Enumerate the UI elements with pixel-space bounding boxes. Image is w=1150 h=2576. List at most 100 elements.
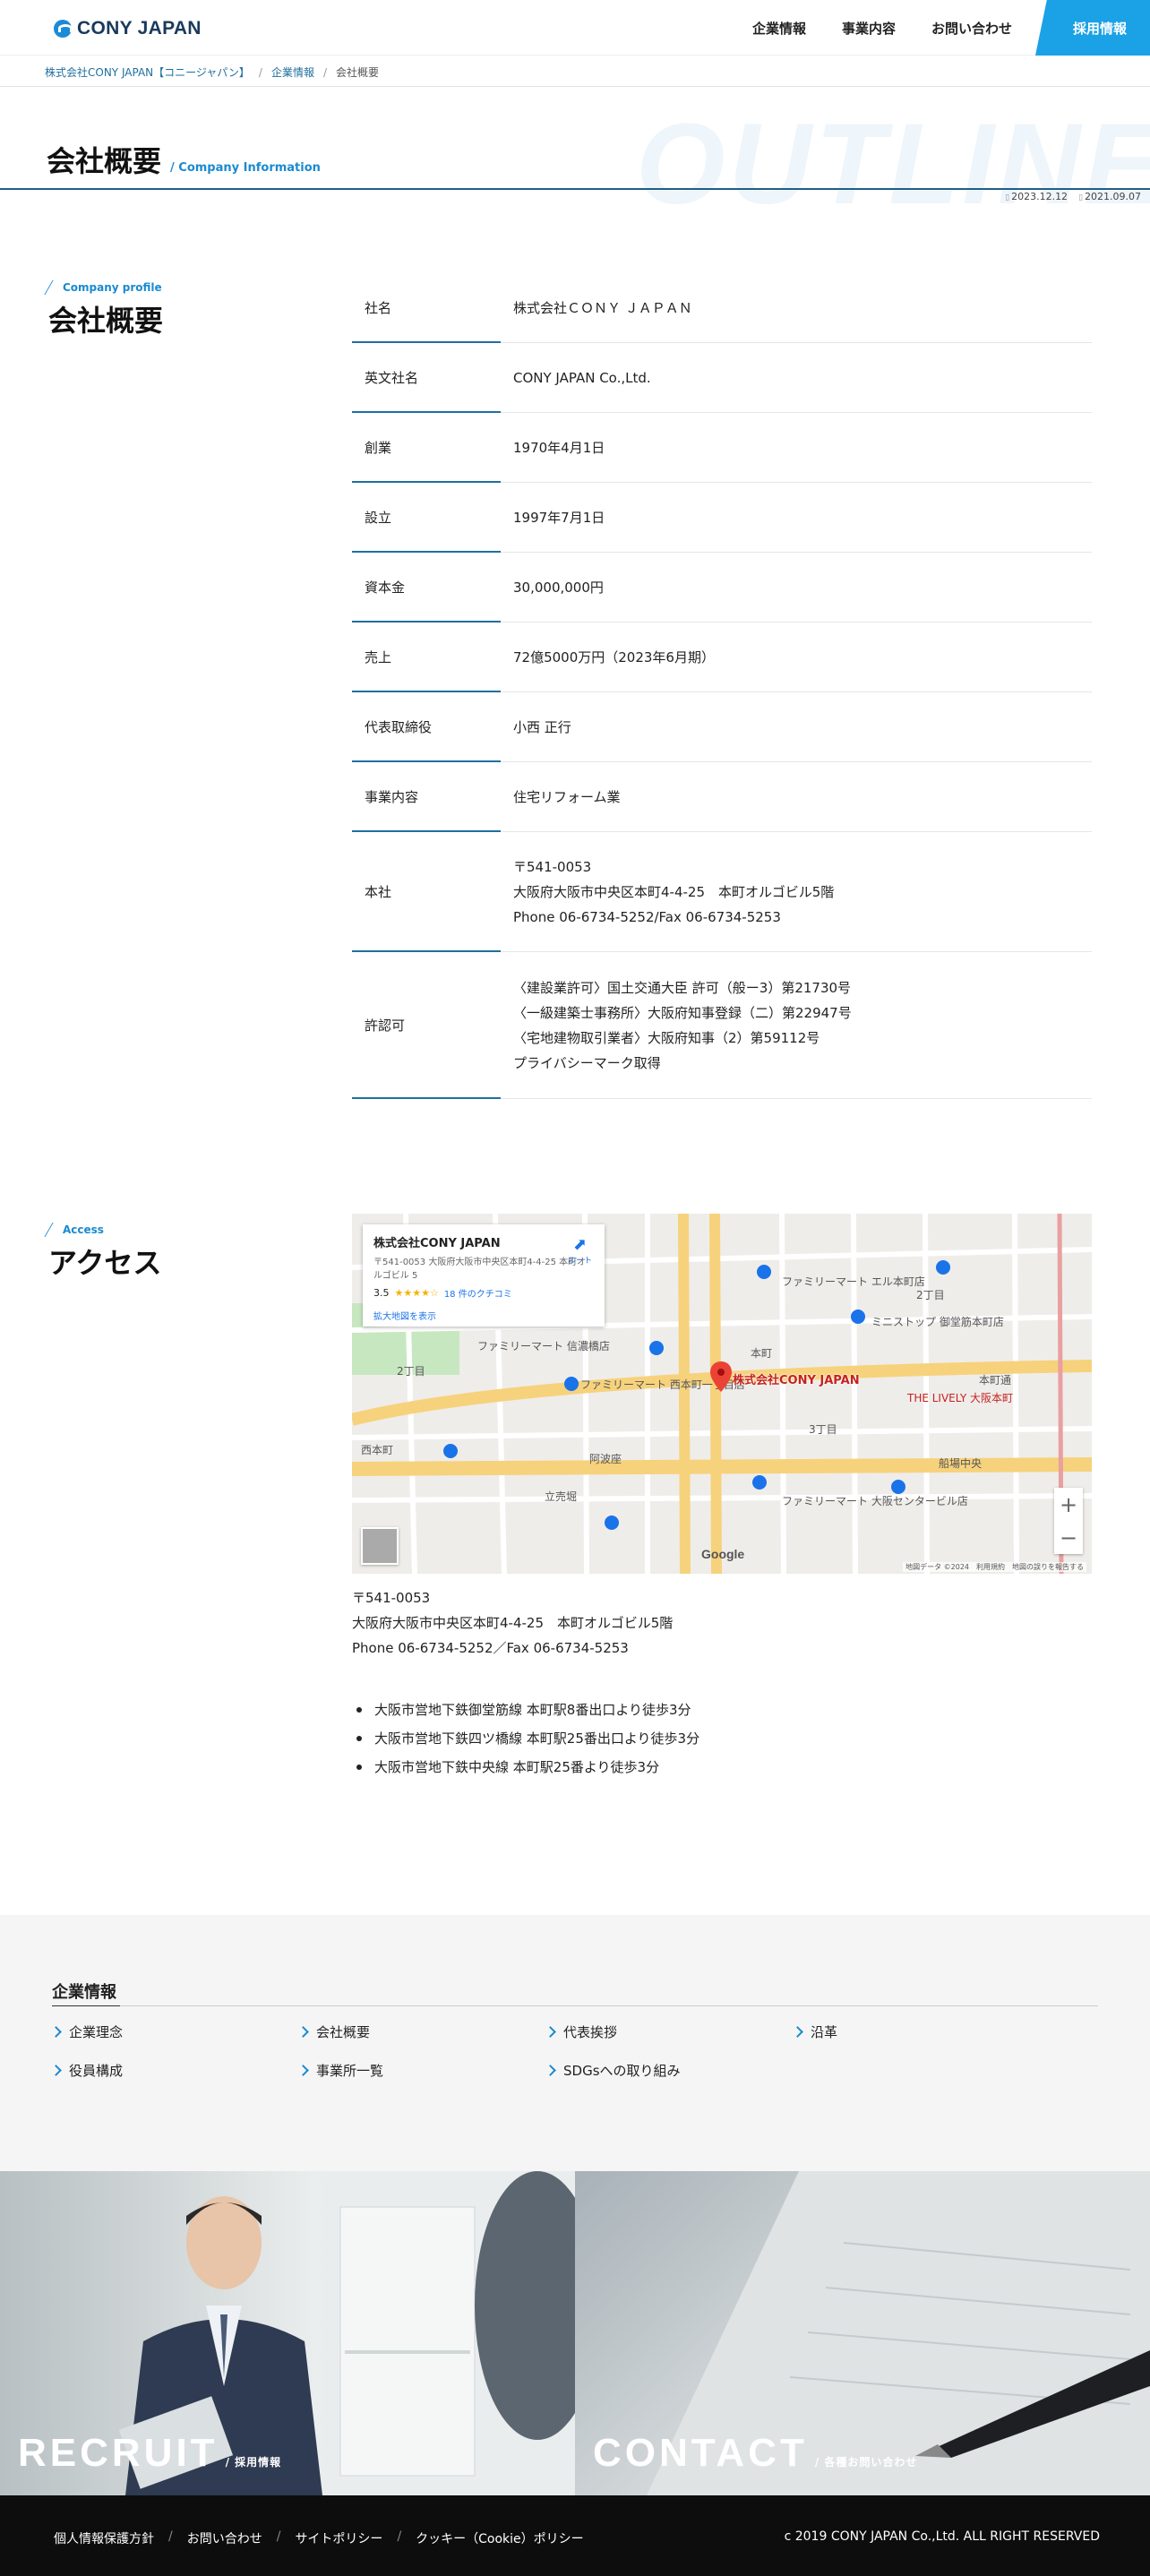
row-value: 30,000,000円 bbox=[501, 575, 1092, 600]
footer-link-history[interactable]: 沿革 bbox=[794, 2022, 1041, 2041]
row-value-line: 1970年4月1日 bbox=[513, 439, 605, 456]
recruit-banner[interactable]: RECRUIT / 採用情報 bbox=[0, 2171, 575, 2495]
nav-contact[interactable]: お問い合わせ bbox=[931, 19, 1012, 38]
breadcrumb: 株式会社CONY JAPAN【コニージャパン】 / 企業情報 / 会社概要 bbox=[45, 64, 379, 80]
svg-text:本町: 本町 bbox=[751, 1347, 772, 1360]
directions-icon: ⬈ bbox=[572, 1235, 588, 1254]
row-value-line: 1997年7月1日 bbox=[513, 509, 605, 526]
recruit-banner-label: RECRUIT / 採用情報 bbox=[18, 2431, 281, 2476]
row-value: 1970年4月1日 bbox=[501, 435, 1092, 460]
footer-nav: 企業情報 企業理念 会社概要 代表挨拶 沿革 役員構成 事業所一覧 SDGsへの… bbox=[0, 1915, 1150, 2171]
site-logo[interactable]: CONY JAPAN bbox=[54, 18, 202, 39]
footer-link-offices[interactable]: 事業所一覧 bbox=[299, 2061, 546, 2080]
recruit-banner-title: RECRUIT bbox=[18, 2431, 219, 2475]
recruit-banner-subtitle: / 採用情報 bbox=[225, 2456, 282, 2469]
svg-text:ファミリーマート 信濃橋店: ファミリーマート 信濃橋店 bbox=[477, 1340, 610, 1352]
recruit-button-label: 採用情報 bbox=[1072, 20, 1127, 37]
page-subtitle: / Company Information bbox=[170, 161, 321, 175]
larger-map-link[interactable]: 拡大地図を表示 bbox=[373, 1309, 594, 1322]
row-value-line: Phone 06-6734-5252/Fax 06-6734-5253 bbox=[513, 908, 781, 925]
row-value-line: 〈一級建築士事務所〉大阪府知事登録（二）第22947号 bbox=[513, 1004, 852, 1021]
row-value-line: 30,000,000円 bbox=[513, 579, 604, 596]
table-row: 英文社名 CONY JAPAN Co.,Ltd. bbox=[352, 343, 1092, 413]
zoom-out-button[interactable]: − bbox=[1060, 1525, 1077, 1550]
breadcrumb-separator: / bbox=[258, 65, 262, 79]
privacy-policy-link[interactable]: 個人情報保護方針 bbox=[54, 2529, 154, 2547]
access-heading: Access アクセス bbox=[48, 1223, 161, 1282]
divider bbox=[52, 2005, 1098, 2006]
footer-nav-links: 企業理念 会社概要 代表挨拶 沿革 役員構成 事業所一覧 SDGsへの取り組み bbox=[52, 2022, 1109, 2080]
map-attribution[interactable]: 地図データ ©2024 利用規約 地図の誤りを報告する bbox=[903, 1562, 1086, 1572]
contact-link[interactable]: お問い合わせ bbox=[187, 2529, 262, 2547]
row-label: 社名 bbox=[365, 300, 392, 316]
site-policy-link[interactable]: サイトポリシー bbox=[295, 2529, 382, 2547]
footer-link-officers[interactable]: 役員構成 bbox=[52, 2061, 299, 2080]
footer-link-outline[interactable]: 会社概要 bbox=[299, 2022, 546, 2041]
link-separator: / bbox=[397, 2529, 402, 2544]
footer-link-philosophy[interactable]: 企業理念 bbox=[52, 2022, 299, 2041]
row-label: 本社 bbox=[365, 884, 392, 900]
published-date: 2023.12.12 bbox=[1005, 191, 1068, 202]
title-underline bbox=[0, 188, 1150, 190]
row-value: 株式会社ＣＯＮＹ ＪＡＰＡＮ bbox=[501, 296, 1092, 321]
row-value-line: 大阪府大阪市中央区本町4-4-25 本町オルゴビル5階 bbox=[513, 883, 835, 900]
table-row: 代表取締役 小西 正行 bbox=[352, 692, 1092, 762]
row-label: 設立 bbox=[365, 510, 392, 526]
row-value: 〈建設業許可〉国土交通大臣 許可（般ー3）第21730号 〈一級建築士事務所〉大… bbox=[501, 975, 1092, 1076]
row-value: 1997年7月1日 bbox=[501, 505, 1092, 530]
svg-text:2丁目: 2丁目 bbox=[916, 1289, 945, 1301]
footer-policy-links: 個人情報保護方針 / お問い合わせ / サイトポリシー / クッキー（Cooki… bbox=[54, 2529, 584, 2547]
page-title-text: 会社概要 bbox=[47, 144, 162, 178]
contact-banner-label: CONTACT / 各種お問い合わせ bbox=[593, 2431, 917, 2476]
directions-label: ルート bbox=[567, 1257, 592, 1266]
svg-text:ファミリーマート エル本町店: ファミリーマート エル本町店 bbox=[782, 1275, 925, 1288]
breadcrumb-parent[interactable]: 企業情報 bbox=[271, 64, 314, 80]
directions-button[interactable]: ⬈ ルート bbox=[568, 1235, 592, 1266]
row-value-line: 〈建設業許可〉国土交通大臣 許可（般ー3）第21730号 bbox=[513, 979, 852, 996]
address-line: 大阪府大阪市中央区本町4-4-25 本町オルゴビル5階 bbox=[352, 1615, 674, 1631]
reviews-link[interactable]: 18 件のクチコミ bbox=[444, 1286, 512, 1300]
zoom-in-button[interactable]: + bbox=[1060, 1492, 1077, 1517]
profile-heading-en: Company profile bbox=[48, 280, 163, 295]
zoom-controls: + − bbox=[1054, 1488, 1083, 1554]
nav-company[interactable]: 企業情報 bbox=[752, 19, 806, 38]
row-label: 事業内容 bbox=[365, 789, 419, 805]
nav-business[interactable]: 事業内容 bbox=[842, 19, 896, 38]
row-label: 許認可 bbox=[365, 1018, 406, 1034]
google-logo: Google bbox=[701, 1547, 745, 1561]
divider bbox=[0, 86, 1150, 87]
row-value-line: 住宅リフォーム業 bbox=[513, 788, 621, 805]
list-item: 大阪市営地下鉄四ツ橋線 本町駅25番出口より徒歩3分 bbox=[356, 1724, 699, 1753]
star-icon: ★★★★☆ bbox=[394, 1287, 439, 1299]
updated-date: 2021.09.07 bbox=[1078, 191, 1141, 202]
page-dates: 2023.12.12 2021.09.07 bbox=[1005, 191, 1141, 202]
google-map[interactable]: 本町 本町通 船場中央 阿波座 2丁目 2丁目 3丁目 西本町 立売堀 ファミリーマート 信… bbox=[352, 1214, 1092, 1574]
copyright: c 2019 CONY JAPAN Co.,Ltd. ALL RIGHT RES… bbox=[784, 2529, 1100, 2544]
cookie-policy-link[interactable]: クッキー（Cookie）ポリシー bbox=[416, 2529, 584, 2547]
access-heading-ja: アクセス bbox=[48, 1246, 162, 1280]
svg-text:阿波座: 阿波座 bbox=[589, 1452, 622, 1465]
map-card-rating: 3.5 ★★★★☆ 18 件のクチコミ bbox=[373, 1286, 594, 1300]
row-value: 住宅リフォーム業 bbox=[501, 785, 1092, 810]
row-label: 英文社名 bbox=[365, 370, 419, 386]
map-card-name: 株式会社CONY JAPAN bbox=[373, 1237, 501, 1250]
map-pin-label: 株式会社CONY JAPAN bbox=[733, 1374, 860, 1387]
list-item: 大阪市営地下鉄御堂筋線 本町駅8番出口より徒歩3分 bbox=[356, 1696, 699, 1724]
footer-link-sdgs[interactable]: SDGsへの取り組み bbox=[546, 2061, 794, 2080]
table-row: 創業 1970年4月1日 bbox=[352, 413, 1092, 483]
row-value: 小西 正行 bbox=[501, 715, 1092, 740]
footer-link-message[interactable]: 代表挨拶 bbox=[546, 2022, 794, 2041]
background-title-word: OUTLINE bbox=[636, 100, 1150, 228]
row-value-line: プライバシーマーク取得 bbox=[513, 1054, 661, 1071]
breadcrumb-home[interactable]: 株式会社CONY JAPAN【コニージャパン】 bbox=[45, 64, 250, 80]
table-row: 社名 株式会社ＣＯＮＹ ＪＡＰＡＮ bbox=[352, 273, 1092, 343]
row-value: 72億5000万円（2023年6月期） bbox=[501, 645, 1092, 670]
map-pin-icon[interactable] bbox=[710, 1361, 732, 1395]
satellite-toggle[interactable] bbox=[361, 1527, 399, 1565]
table-row: 許認可 〈建設業許可〉国土交通大臣 許可（般ー3）第21730号 〈一級建築士事… bbox=[352, 952, 1092, 1099]
logo-icon bbox=[54, 20, 73, 38]
row-value-line: 〒541-0053 bbox=[513, 858, 592, 875]
svg-text:2丁目: 2丁目 bbox=[397, 1365, 425, 1378]
recruit-button[interactable]: 採用情報 bbox=[1035, 0, 1150, 56]
contact-banner[interactable]: CONTACT / 各種お問い合わせ bbox=[575, 2171, 1150, 2495]
